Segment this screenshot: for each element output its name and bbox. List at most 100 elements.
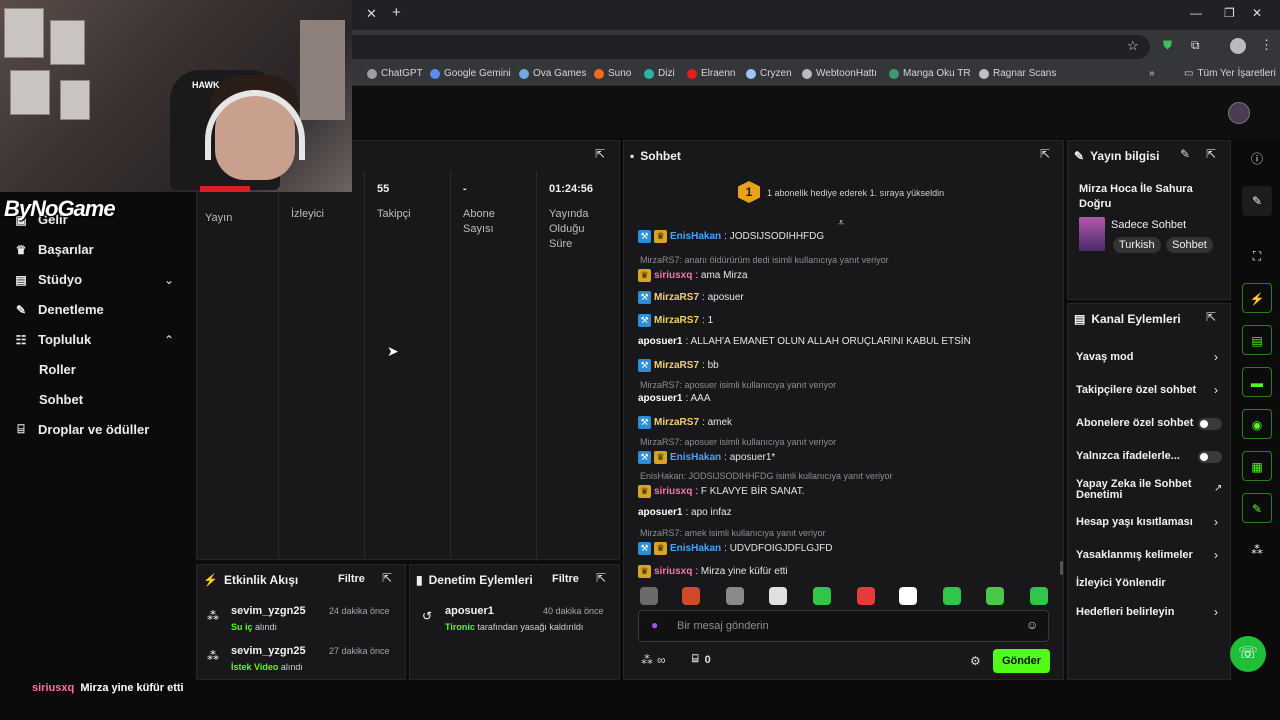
lightning-icon[interactable]: ⚡ bbox=[1242, 283, 1272, 313]
bookmark-suno[interactable]: Suno bbox=[594, 68, 631, 79]
broadcast-icon[interactable]: ◉ bbox=[1242, 409, 1272, 439]
star-icon[interactable]: ☆ bbox=[1127, 38, 1139, 54]
chevron-right-icon[interactable]: › bbox=[1214, 548, 1218, 562]
chat-username[interactable]: aposuer1 bbox=[638, 507, 682, 518]
action-redirect-viewers[interactable]: İzleyici Yönlendir bbox=[1076, 577, 1166, 589]
chevron-up-icon[interactable]: ⌃ bbox=[164, 333, 174, 347]
wrench-icon[interactable]: ✎ bbox=[1242, 493, 1272, 523]
bookmark-cryzen[interactable]: Cryzen bbox=[746, 68, 792, 79]
bookmark-ova-games[interactable]: Ova Games bbox=[519, 68, 586, 79]
bookmark-gemini[interactable]: Google Gemini bbox=[430, 68, 511, 79]
chat-username[interactable]: EnisHakan bbox=[670, 231, 721, 242]
gift-widget[interactable]: ⌸ 0 bbox=[692, 653, 711, 666]
tag-sohbet[interactable]: Sohbet bbox=[1166, 237, 1213, 253]
bookmark-ragnar-scans[interactable]: Ragnar Scans bbox=[979, 68, 1056, 79]
popout-icon[interactable]: ⇱ bbox=[596, 571, 606, 585]
window-close-button[interactable]: ✕ bbox=[1252, 6, 1262, 20]
screen-capture-icon[interactable]: ⛶ bbox=[1242, 241, 1272, 271]
edit-icon[interactable]: ✎ bbox=[1180, 147, 1190, 161]
action-slow-mode[interactable]: Yavaş mod bbox=[1076, 351, 1133, 363]
scrollbar[interactable] bbox=[1060, 561, 1063, 575]
chat-icon[interactable]: ▬ bbox=[1242, 367, 1272, 397]
more-bookmarks-button[interactable]: » bbox=[1149, 68, 1155, 79]
emote-icon[interactable] bbox=[1030, 587, 1048, 605]
all-bookmarks-button[interactable]: ▭ Tüm Yer İşaretleri bbox=[1184, 68, 1276, 79]
chat-username[interactable]: EnisHakan bbox=[670, 543, 721, 554]
action-account-age[interactable]: Hesap yaşı kısıtlaması bbox=[1076, 516, 1193, 528]
sidebar-item-studyo[interactable]: ▤ Stüdyo bbox=[14, 272, 82, 287]
emote-icon[interactable] bbox=[943, 587, 961, 605]
collapse-icon[interactable]: ⩡ bbox=[838, 217, 844, 230]
action-followers-only[interactable]: Takipçilere özel sohbet bbox=[1076, 384, 1196, 396]
new-tab-button[interactable]: + bbox=[392, 4, 401, 21]
chat-username[interactable]: MirzaRS7 bbox=[654, 315, 699, 326]
emote-icon[interactable] bbox=[857, 587, 875, 605]
emotes-only-toggle[interactable] bbox=[1198, 451, 1222, 463]
tab-close-button[interactable]: ✕ bbox=[366, 6, 377, 22]
sidebar-item-roller[interactable]: Roller bbox=[39, 362, 76, 377]
popout-icon[interactable]: ⇱ bbox=[1040, 147, 1050, 161]
sidebar-item-basarilar[interactable]: ♛ Başarılar bbox=[14, 242, 94, 257]
chat-username[interactable]: siriusxq bbox=[654, 566, 692, 577]
channel-avatar[interactable] bbox=[1228, 102, 1250, 124]
maximize-button[interactable]: ❐ bbox=[1224, 6, 1235, 20]
bookmark-dizi[interactable]: Dizi bbox=[644, 68, 675, 79]
action-subscribers-only[interactable]: Abonelere özel sohbet bbox=[1076, 417, 1193, 429]
profile-avatar[interactable] bbox=[1230, 38, 1246, 54]
emote-icon[interactable] bbox=[986, 587, 1004, 605]
chat-username[interactable]: MirzaRS7 bbox=[654, 417, 699, 428]
chevron-down-icon[interactable]: ⌄ bbox=[164, 273, 174, 287]
bookmark-elraenn[interactable]: Elraenn bbox=[687, 68, 735, 79]
minimize-button[interactable]: — bbox=[1190, 6, 1202, 20]
action-banned-words[interactable]: Yasaklanmış kelimeler bbox=[1076, 549, 1193, 561]
filter-button[interactable]: Filtre bbox=[338, 573, 365, 585]
shield-icon[interactable]: ⛊ bbox=[1163, 38, 1172, 53]
points-widget[interactable]: ⁂ ∞ bbox=[641, 653, 666, 667]
url-field[interactable] bbox=[340, 35, 1150, 59]
help-button[interactable]: ☏ bbox=[1230, 636, 1266, 672]
chevron-right-icon[interactable]: › bbox=[1214, 605, 1218, 619]
chat-username[interactable]: aposuer1 bbox=[638, 336, 682, 347]
layout-icon[interactable]: ▦ bbox=[1242, 451, 1272, 481]
settings-icon[interactable]: ⚙ bbox=[970, 654, 981, 668]
chevron-right-icon[interactable]: › bbox=[1214, 515, 1218, 529]
subscribers-only-toggle[interactable] bbox=[1198, 418, 1222, 430]
notes-icon[interactable]: ▤ bbox=[1242, 325, 1272, 355]
chat-username[interactable]: siriusxq bbox=[654, 270, 692, 281]
send-button[interactable]: Gönder bbox=[993, 649, 1050, 673]
tag-turkish[interactable]: Turkish bbox=[1113, 237, 1161, 253]
menu-icon[interactable]: ⋮ bbox=[1260, 37, 1273, 53]
chat-username[interactable]: aposuer1 bbox=[638, 393, 682, 404]
chevron-right-icon[interactable]: › bbox=[1214, 350, 1218, 364]
info-icon[interactable]: ⓘ bbox=[1242, 144, 1272, 174]
action-ai-moderation[interactable]: Yapay Zeka ile Sohbet Denetimi bbox=[1076, 479, 1194, 501]
emote-icon[interactable] bbox=[813, 587, 831, 605]
external-link-icon[interactable]: ↗ bbox=[1214, 483, 1222, 494]
extensions-icon[interactable]: ⧉ bbox=[1191, 38, 1200, 53]
bookmark-manga-oku[interactable]: Manga Oku TR bbox=[889, 68, 971, 79]
action-set-goals[interactable]: Hedefleri belirleyin bbox=[1076, 606, 1174, 618]
emote-icon[interactable] bbox=[899, 587, 917, 605]
emote-icon[interactable] bbox=[640, 587, 658, 605]
popout-icon[interactable]: ⇱ bbox=[382, 571, 392, 585]
emote-icon[interactable] bbox=[682, 587, 700, 605]
emote-icon[interactable] bbox=[769, 587, 787, 605]
microphone-icon[interactable]: ● bbox=[651, 618, 658, 632]
chevron-right-icon[interactable]: › bbox=[1214, 383, 1218, 397]
chat-input[interactable]: ● Bir mesaj gönderin ☺ bbox=[638, 610, 1049, 642]
chat-username[interactable]: EnisHakan bbox=[670, 452, 721, 463]
sidebar-item-topluluk[interactable]: ☷ Topluluk bbox=[14, 332, 92, 347]
emoji-icon[interactable]: ☺ bbox=[1026, 618, 1038, 632]
action-emotes-only[interactable]: Yalnızca ifadelerle... bbox=[1076, 450, 1180, 462]
bookmark-webtoonhatti[interactable]: WebtoonHattı bbox=[802, 68, 877, 79]
popout-icon[interactable]: ⇱ bbox=[1206, 147, 1216, 161]
bookmark-chatgpt[interactable]: ChatGPT bbox=[367, 68, 423, 79]
sidebar-item-sohbet[interactable]: Sohbet bbox=[39, 392, 83, 407]
chat-username[interactable]: siriusxq bbox=[654, 486, 692, 497]
community-icon[interactable]: ⁂ bbox=[1242, 535, 1272, 565]
popout-icon[interactable]: ⇱ bbox=[1206, 310, 1216, 324]
sidebar-item-denetleme[interactable]: ✎ Denetleme bbox=[14, 302, 104, 317]
emote-icon[interactable] bbox=[726, 587, 744, 605]
chat-username[interactable]: MirzaRS7 bbox=[654, 360, 699, 371]
chat-username[interactable]: MirzaRS7 bbox=[654, 292, 699, 303]
